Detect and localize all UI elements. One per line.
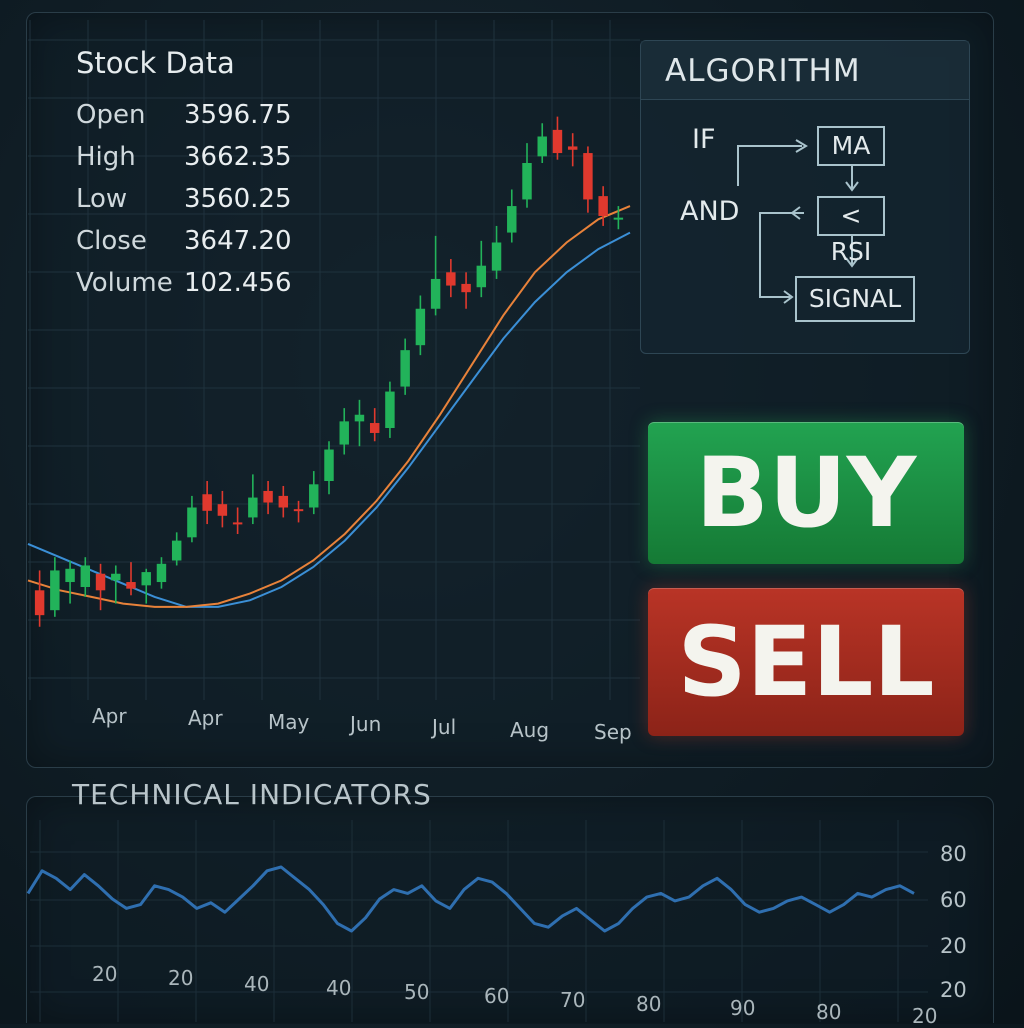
ind-x-tick: 40 bbox=[326, 976, 352, 1000]
ind-y-tick: 80 bbox=[940, 842, 967, 866]
ind-y-tick: 20 bbox=[940, 978, 967, 1002]
ind-x-tick: 70 bbox=[560, 988, 586, 1012]
ind-x-tick: 80 bbox=[816, 1000, 842, 1024]
ind-x-tick: 60 bbox=[484, 984, 510, 1008]
ind-x-tick: 50 bbox=[404, 980, 430, 1004]
ind-x-tick: 20 bbox=[168, 966, 194, 990]
ind-x-tick: 20 bbox=[92, 962, 118, 986]
ind-x-tick: 90 bbox=[730, 996, 756, 1020]
ind-x-tick: 80 bbox=[636, 992, 662, 1016]
ind-x-tick: 40 bbox=[244, 972, 270, 996]
indicator-line bbox=[26, 865, 915, 933]
ind-y-tick: 60 bbox=[940, 888, 967, 912]
ind-y-tick: 20 bbox=[940, 934, 967, 958]
indicator-chart bbox=[26, 820, 928, 1022]
ind-x-tick: 20 bbox=[912, 1004, 938, 1028]
